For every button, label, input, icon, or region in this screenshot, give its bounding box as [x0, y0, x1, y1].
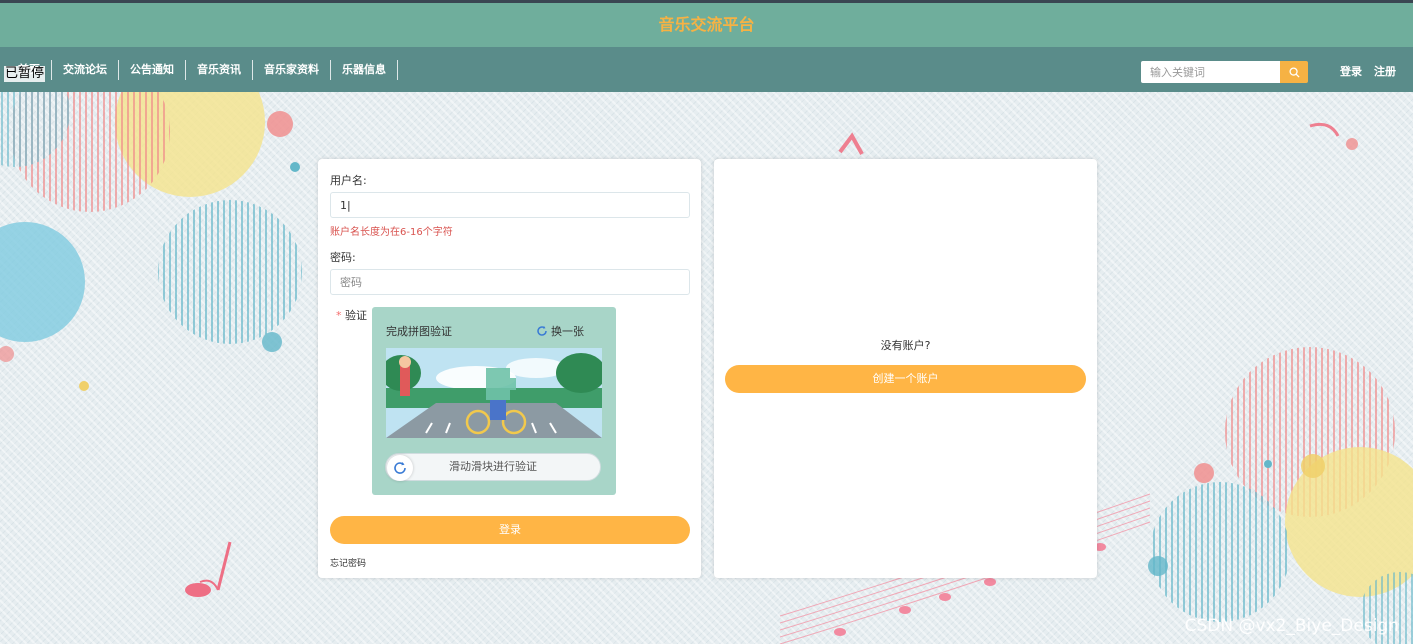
search-button[interactable]	[1280, 61, 1308, 83]
refresh-icon	[537, 326, 547, 336]
login-submit-button[interactable]: 登录	[330, 516, 690, 544]
site-title: 音乐交流平台	[658, 15, 755, 34]
nav-item-musicians[interactable]: 音乐家资料	[253, 60, 331, 80]
nav-item-notices[interactable]: 公告通知	[119, 60, 186, 80]
slider-refresh-icon	[394, 462, 406, 474]
nav-item-forum[interactable]: 交流论坛	[52, 60, 119, 80]
nav-item-music-news[interactable]: 音乐资讯	[186, 60, 253, 80]
slider-text: 滑动滑块进行验证	[449, 460, 537, 473]
login-link[interactable]: 登录	[1340, 63, 1362, 81]
captcha-label-text: 验证	[345, 309, 367, 322]
username-input[interactable]	[330, 192, 690, 218]
captcha-title: 完成拼图验证	[386, 325, 452, 338]
captcha-puzzle-image	[386, 348, 602, 438]
password-input[interactable]	[330, 269, 690, 295]
csdn-watermark: CSDN @vx2_Biye_Design	[1184, 616, 1399, 636]
nav-menu: 首页 交流论坛 公告通知 音乐资讯 音乐家资料 乐器信息	[0, 60, 398, 80]
username-error: 账户名长度为在6-16个字符	[330, 227, 453, 238]
captcha-slider-track[interactable]: 滑动滑块进行验证	[385, 453, 601, 481]
forgot-password-link[interactable]: 忘记密码	[330, 556, 366, 569]
paused-overlay-label: 已暂停	[4, 66, 46, 82]
captcha-label: * 验证	[336, 307, 367, 323]
login-card: 用户名: 账户名长度为在6-16个字符 密码: * 验证 完成拼图验证 换一张	[318, 159, 701, 578]
register-card: 没有账户? 创建一个账户	[714, 159, 1097, 578]
background-decoration	[0, 92, 1413, 644]
captcha-refresh-label: 换一张	[551, 325, 584, 338]
nav-item-instruments[interactable]: 乐器信息	[331, 60, 398, 80]
captcha-refresh-button[interactable]: 换一张	[536, 323, 584, 339]
page-background: 用户名: 账户名长度为在6-16个字符 密码: * 验证 完成拼图验证 换一张	[0, 92, 1413, 644]
required-mark: *	[336, 309, 342, 322]
captcha-panel: 完成拼图验证 换一张 滑动滑块进行验证	[372, 307, 616, 495]
create-account-button[interactable]: 创建一个账户	[725, 365, 1086, 393]
username-label: 用户名:	[330, 174, 367, 187]
password-label: 密码:	[330, 251, 356, 264]
site-header: 音乐交流平台	[0, 3, 1413, 47]
register-link[interactable]: 注册	[1374, 63, 1396, 81]
no-account-prompt: 没有账户?	[880, 339, 931, 352]
search-input[interactable]	[1141, 61, 1280, 83]
slider-handle[interactable]	[387, 455, 413, 481]
search-icon	[1288, 66, 1300, 78]
